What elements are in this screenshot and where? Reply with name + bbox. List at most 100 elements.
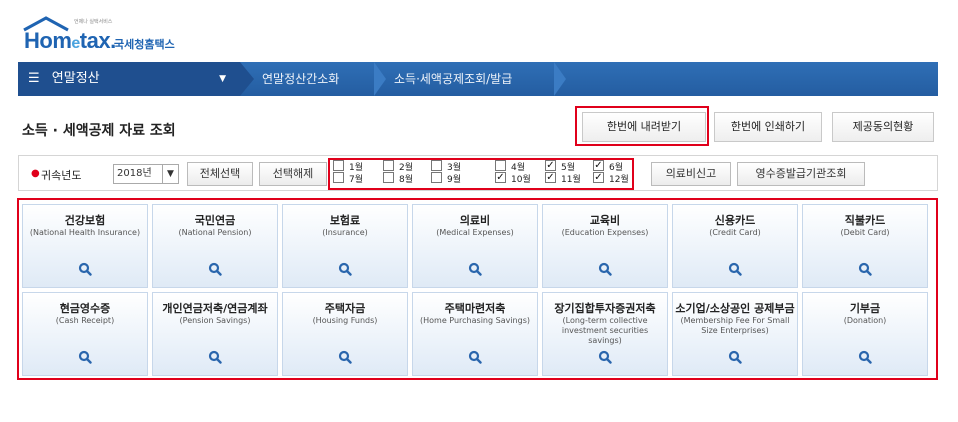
month-label: 12월: [609, 175, 629, 185]
year-select[interactable]: 2018년 ▼: [113, 164, 179, 184]
receipt-issuer-button[interactable]: 영수증발급기관조회: [737, 162, 865, 186]
search-icon[interactable]: [598, 350, 612, 364]
month-label: 10월: [511, 175, 531, 185]
month-label: 11월: [561, 175, 581, 185]
required-mark: ●: [31, 168, 40, 179]
nav-current-label: 연말정산: [51, 71, 100, 86]
deduction-card[interactable]: 기부금 (Donation): [802, 292, 928, 376]
card-subtitle: (Education Expenses): [561, 228, 649, 237]
month-option[interactable]: 9월: [431, 172, 471, 185]
card-title: 신용카드: [714, 214, 756, 227]
print-all-button[interactable]: 한번에 인쇄하기: [714, 112, 822, 142]
card-subtitle: (Cash Receipt): [55, 316, 115, 325]
card-subtitle: (Credit Card): [709, 228, 761, 237]
search-icon[interactable]: [208, 350, 222, 364]
month-option[interactable]: ✓ 5월: [545, 160, 585, 173]
deduction-card[interactable]: 직불카드 (Debit Card): [802, 204, 928, 288]
month-option[interactable]: 7월: [333, 172, 373, 185]
card-title: 주택자금: [324, 302, 366, 315]
month-checkbox[interactable]: [431, 160, 442, 171]
search-icon[interactable]: [208, 262, 222, 276]
card-subtitle: (Medical Expenses): [436, 228, 514, 237]
card-title: 직불카드: [844, 214, 886, 227]
breadcrumb-2[interactable]: 소득·세액공제조회/발급: [394, 62, 512, 96]
month-checkbox[interactable]: ✓: [593, 172, 604, 183]
deduction-card[interactable]: 보험료 (Insurance): [282, 204, 408, 288]
search-icon[interactable]: [468, 262, 482, 276]
caret-down-icon: ▼: [219, 74, 226, 84]
month-option[interactable]: ✓ 10월: [495, 172, 535, 185]
month-checkbox[interactable]: [495, 160, 506, 171]
year-value: 2018년: [117, 168, 152, 179]
card-subtitle: (Donation): [843, 316, 887, 325]
month-checkbox[interactable]: ✓: [495, 172, 506, 183]
month-option[interactable]: ✓ 12월: [593, 172, 633, 185]
deduction-card[interactable]: 의료비 (Medical Expenses): [412, 204, 538, 288]
deduction-card[interactable]: 국민연금 (National Pension): [152, 204, 278, 288]
deselect-button[interactable]: 선택해제: [259, 162, 327, 186]
month-checkbox[interactable]: ✓: [545, 172, 556, 183]
nav-separator-arrow: [374, 62, 386, 96]
month-option[interactable]: 1월: [333, 160, 373, 173]
card-title: 국민연금: [194, 214, 236, 227]
deduction-card[interactable]: 신용카드 (Credit Card): [672, 204, 798, 288]
card-title: 현금영수증: [59, 302, 111, 315]
deduction-card[interactable]: 교육비 (Education Expenses): [542, 204, 668, 288]
search-icon[interactable]: [728, 262, 742, 276]
card-title: 개인연금저축/연금계좌: [162, 302, 268, 315]
search-icon[interactable]: [728, 350, 742, 364]
search-icon[interactable]: [858, 262, 872, 276]
month-checkbox[interactable]: [383, 172, 394, 183]
card-subtitle: (Long-term collective investment securit…: [561, 316, 649, 345]
search-icon[interactable]: [338, 262, 352, 276]
chevron-down-icon: ▼: [162, 165, 178, 183]
card-title: 의료비: [459, 214, 491, 227]
card-subtitle: (Housing Funds): [312, 316, 378, 325]
month-checkbox[interactable]: [431, 172, 442, 183]
search-icon[interactable]: [78, 262, 92, 276]
card-subtitle: (Pension Savings): [179, 316, 251, 325]
card-subtitle: (National Health Insurance): [29, 228, 141, 237]
search-icon[interactable]: [78, 350, 92, 364]
nav-menu-current[interactable]: ☰ 연말정산 ▼: [18, 62, 240, 96]
filter-bar: ● 귀속년도 2018년 ▼ 전체선택 선택해제 1월 2월 3월 4월 ✓ 5월 ✓ 6월 7…: [18, 155, 938, 191]
download-all-button[interactable]: 한번에 내려받기: [582, 112, 706, 142]
deduction-card[interactable]: 주택마련저축 (Home Purchasing Savings): [412, 292, 538, 376]
card-title: 건강보험: [64, 214, 106, 227]
month-option[interactable]: 3월: [431, 160, 471, 173]
consent-status-button[interactable]: 제공동의현황: [832, 112, 934, 142]
month-option[interactable]: 4월: [495, 160, 535, 173]
nav-bar: ☰ 연말정산 ▼ 연말정산간소화 소득·세액공제조회/발급: [18, 62, 938, 96]
card-title: 소기업/소상공인 공제부금: [675, 302, 795, 315]
deduction-card[interactable]: 개인연금저축/연금계좌 (Pension Savings): [152, 292, 278, 376]
month-checkbox[interactable]: [383, 160, 394, 171]
deduction-card[interactable]: 현금영수증 (Cash Receipt): [22, 292, 148, 376]
month-checkbox[interactable]: [333, 160, 344, 171]
month-label: 8월: [399, 175, 414, 185]
hometax-logo[interactable]: 언제나 실택서비스 Hometax. 국세청홈택스: [22, 16, 222, 53]
month-option[interactable]: 8월: [383, 172, 423, 185]
month-option[interactable]: ✓ 6월: [593, 160, 633, 173]
deduction-card[interactable]: 주택자금 (Housing Funds): [282, 292, 408, 376]
breadcrumb-1[interactable]: 연말정산간소화: [262, 62, 339, 96]
month-option[interactable]: ✓ 11월: [545, 172, 585, 185]
search-icon[interactable]: [858, 350, 872, 364]
deduction-card[interactable]: 소기업/소상공인 공제부금 (Membership Fee For Small S…: [672, 292, 798, 376]
logo-brand: Hometax.: [24, 28, 116, 53]
select-all-button[interactable]: 전체선택: [187, 162, 253, 186]
card-title: 장기집합투자증권저축: [554, 302, 656, 315]
hamburger-icon: ☰: [28, 71, 40, 86]
search-icon[interactable]: [338, 350, 352, 364]
search-icon[interactable]: [468, 350, 482, 364]
deduction-card[interactable]: 건강보험 (National Health Insurance): [22, 204, 148, 288]
nav-separator-arrow: [240, 62, 254, 96]
medical-report-button[interactable]: 의료비신고: [651, 162, 731, 186]
search-icon[interactable]: [598, 262, 612, 276]
card-title: 보험료: [329, 214, 361, 227]
month-checkbox[interactable]: ✓: [545, 160, 556, 171]
nav-separator-arrow: [554, 62, 566, 96]
month-checkbox[interactable]: ✓: [593, 160, 604, 171]
month-option[interactable]: 2월: [383, 160, 423, 173]
month-checkbox[interactable]: [333, 172, 344, 183]
deduction-card[interactable]: 장기집합투자증권저축 (Long-term collective investme…: [542, 292, 668, 376]
